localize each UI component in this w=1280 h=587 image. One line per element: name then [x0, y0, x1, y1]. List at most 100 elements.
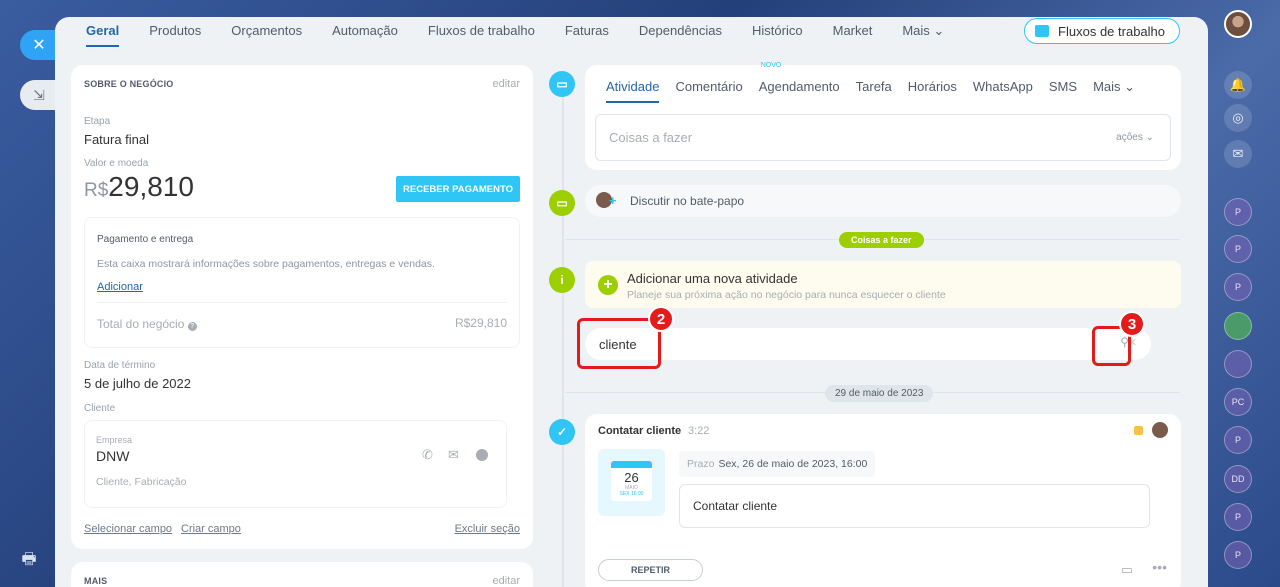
status-badge	[1134, 426, 1143, 435]
end-date-value[interactable]: 5 de julho de 2022	[84, 376, 191, 391]
add-activity-subtitle: Planeje sua próxima ação no negócio para…	[627, 289, 946, 301]
activity-card: Contatar cliente 3:22 26 MAIO SEX 16:00 …	[585, 414, 1181, 587]
create-field-link[interactable]: Criar campo	[181, 523, 241, 535]
tab-dependencias[interactable]: Dependências	[639, 17, 722, 47]
check-icon: ✓	[549, 419, 575, 445]
stage-label: Etapa	[84, 116, 111, 127]
phone-icon[interactable]: ✆	[422, 447, 433, 463]
repeat-button[interactable]: REPETIR	[598, 559, 703, 581]
calendar-tile: 26 MAIO SEX 16:00	[598, 449, 665, 516]
activity-stream-icon[interactable]: ◎	[1224, 104, 1252, 132]
total-label: Total do negócio ?	[97, 317, 197, 331]
tab-fluxos[interactable]: Fluxos de trabalho	[428, 17, 535, 47]
feed-tab-tarefa[interactable]: Tarefa	[856, 79, 892, 95]
note-icon[interactable]: ▭	[1121, 562, 1133, 578]
fluxos-button-label: Fluxos de trabalho	[1058, 23, 1165, 39]
highlight-search-input	[577, 318, 661, 369]
activity-note-text: Contatar cliente	[693, 499, 778, 513]
todo-input[interactable]: Coisas a fazer ações ⌄	[595, 114, 1171, 161]
feed-tab-horarios[interactable]: Horários	[908, 79, 957, 95]
group-icon[interactable]	[1224, 312, 1252, 340]
feed-tab-atividade[interactable]: Atividade	[606, 79, 660, 103]
chat-icon[interactable]: ✉	[1224, 140, 1252, 168]
currency-symbol: R$	[84, 180, 109, 201]
contact-dot[interactable]: P	[1224, 198, 1252, 226]
chat-icon[interactable]	[476, 449, 488, 461]
timeline-search-bar: cliente ⚲ ✕	[585, 328, 1151, 360]
feed-tab-sms[interactable]: SMS	[1049, 79, 1077, 95]
feed-tab-mais-label: Mais	[1093, 79, 1121, 94]
feed-tab-comentario[interactable]: Comentário	[675, 79, 742, 95]
tab-produtos[interactable]: Produtos	[149, 17, 201, 47]
help-icon[interactable]: ?	[187, 322, 197, 331]
tab-mais[interactable]: Mais ⌄	[902, 17, 944, 47]
step-badge-2: 2	[648, 306, 674, 332]
mail-icon[interactable]: ✉	[448, 447, 459, 463]
contact-dot[interactable]: P	[1224, 426, 1252, 454]
activity-editor: Atividade Comentário NOVO Agendamento Tar…	[585, 62, 1181, 170]
timeline-line	[562, 77, 564, 587]
tab-historico[interactable]: Histórico	[752, 17, 803, 47]
tab-orcamentos[interactable]: Orçamentos	[231, 17, 302, 47]
tab-market[interactable]: Market	[833, 17, 873, 47]
total-label-text: Total do negócio	[97, 317, 185, 331]
activity-title[interactable]: Contatar cliente	[598, 425, 681, 437]
calendar-icon: 26 MAIO SEX 16:00	[611, 461, 652, 501]
deadline-label: Prazo	[687, 458, 715, 470]
deadline-row[interactable]: Prazo Sex, 26 de maio de 2023, 16:00	[679, 451, 876, 477]
date-pill: 29 de maio de 2023	[825, 385, 934, 402]
feed-tab-mais[interactable]: Mais ⌄	[1093, 79, 1135, 95]
more-edit-link[interactable]: editar	[492, 575, 520, 587]
select-field-link[interactable]: Selecionar campo	[84, 523, 172, 535]
tab-faturas[interactable]: Faturas	[565, 17, 609, 47]
fluxos-button[interactable]: Fluxos de trabalho	[1024, 18, 1180, 44]
info-icon: i	[549, 267, 575, 293]
contact-dot[interactable]: P	[1224, 273, 1252, 301]
delete-section-link[interactable]: Excluir seção	[455, 523, 520, 535]
todo-pill: Coisas a fazer	[839, 232, 924, 248]
add-payment-link[interactable]: Adicionar	[97, 281, 143, 293]
deal-amount[interactable]: R$ 29,810	[84, 171, 194, 203]
company-desc: Cliente, Fabricação	[96, 476, 187, 488]
more-card: MAIS editar	[71, 562, 533, 587]
bell-icon[interactable]: 🔔	[1224, 71, 1252, 99]
activity-note[interactable]: Contatar cliente	[679, 484, 1150, 528]
contact-dot[interactable]: PC	[1224, 388, 1252, 416]
divider	[97, 302, 507, 303]
end-date-label: Data de término	[84, 360, 156, 371]
about-edit-link[interactable]: editar	[492, 78, 520, 90]
add-activity-card[interactable]: + Adicionar uma nova atividade Planeje s…	[585, 261, 1181, 308]
close-slider-button[interactable]: ✕	[20, 30, 58, 60]
user-avatar[interactable]	[1224, 10, 1252, 38]
calendar-sub: SEX 16:00	[619, 491, 644, 497]
workflow-icon	[1035, 25, 1050, 37]
minimize-slider-button[interactable]: ⇲	[20, 80, 58, 110]
contact-dot[interactable]: P	[1224, 235, 1252, 263]
company-name[interactable]: DNW	[96, 448, 129, 464]
payment-title: Pagamento e entrega	[97, 234, 194, 245]
chevron-down-icon: ⌄	[933, 23, 945, 38]
plus-icon: +	[609, 193, 617, 208]
more-icon[interactable]: •••	[1152, 559, 1167, 575]
deadline-value: Sex, 26 de maio de 2023, 16:00	[718, 458, 868, 470]
deal-slider: Geral Produtos Orçamentos Automação Flux…	[55, 17, 1208, 587]
contact-dot[interactable]	[1224, 350, 1252, 378]
discuss-chat-row[interactable]: + Discutir no bate-papo	[585, 185, 1181, 217]
actions-label: ações	[1116, 132, 1143, 143]
contact-dot[interactable]: P	[1224, 541, 1252, 569]
add-activity-title: Adicionar uma nova atividade	[627, 271, 798, 286]
contact-dot[interactable]: P	[1224, 503, 1252, 531]
tab-automacao[interactable]: Automação	[332, 17, 398, 47]
about-card: SOBRE O NEGÓCIO editar Etapa Fatura fina…	[71, 65, 533, 549]
feed-tab-whatsapp[interactable]: WhatsApp	[973, 79, 1033, 95]
print-icon[interactable]: 🖶	[18, 548, 40, 570]
feed-tab-agendamento[interactable]: NOVO Agendamento	[759, 62, 840, 95]
contact-dot[interactable]: DD	[1224, 465, 1252, 493]
company-box: Empresa DNW Cliente, Fabricação ✆ ✉	[84, 420, 507, 508]
chat-bubble-icon: ▭	[549, 190, 575, 216]
actions-dropdown[interactable]: ações ⌄	[1116, 132, 1154, 143]
tab-geral[interactable]: Geral	[86, 17, 120, 47]
more-title: MAIS	[84, 576, 108, 586]
receive-payment-button[interactable]: RECEBER PAGAMENTO	[396, 176, 520, 202]
stage-value[interactable]: Fatura final	[84, 132, 149, 147]
